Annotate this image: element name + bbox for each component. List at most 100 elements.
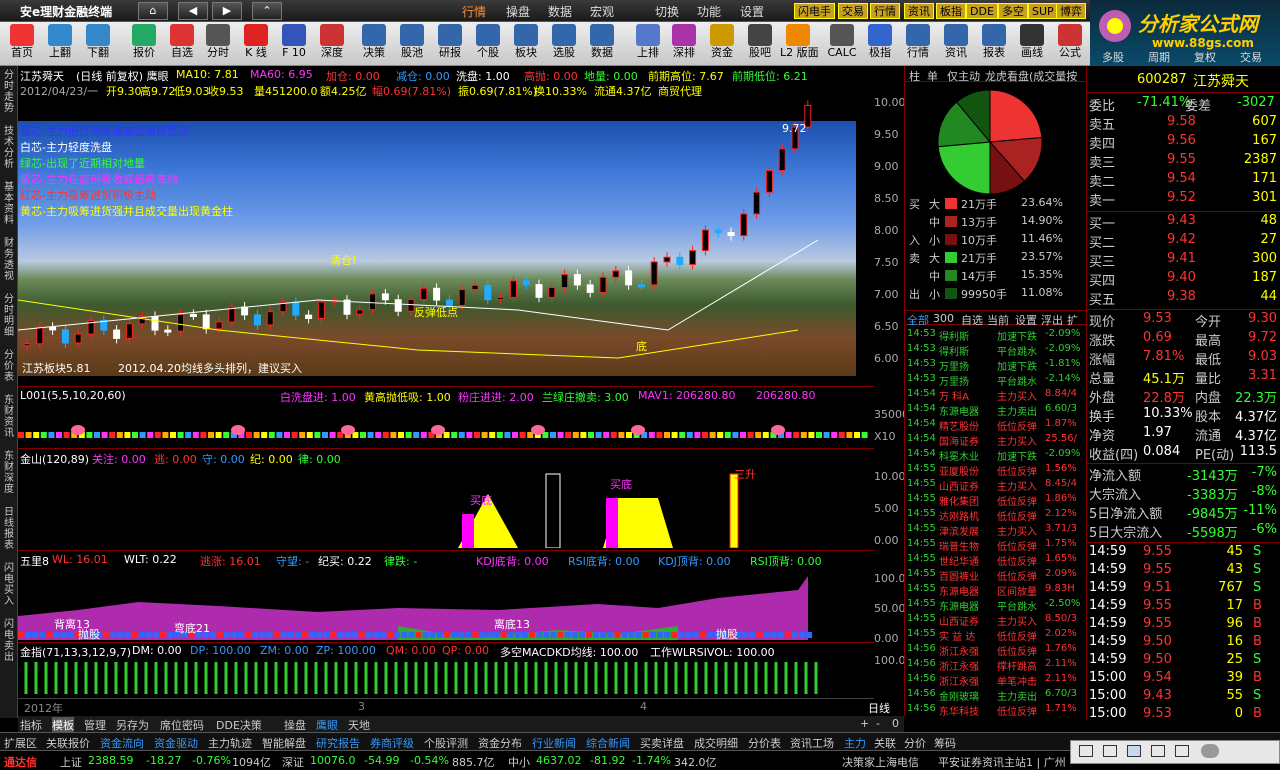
tape-tab[interactable]: 自选	[961, 312, 983, 328]
function-tab[interactable]: 关联	[874, 735, 896, 751]
toolbar-button[interactable]: 公式	[1052, 24, 1088, 64]
toolbar-button[interactable]: 资金	[704, 24, 740, 64]
quick-tag-button[interactable]: DDE	[966, 3, 998, 19]
left-tab[interactable]: 东财深度	[1, 451, 17, 503]
function-tab[interactable]: 券商评级	[370, 735, 414, 751]
tab-jiaoyi[interactable]: 交易	[1240, 49, 1262, 65]
toolbar-button[interactable]: 股吧	[742, 24, 778, 64]
tape-row[interactable]: 14:54 国海证券 主力买入 25.56/	[905, 433, 1087, 448]
back-nav-icon[interactable]: ◀	[178, 2, 208, 20]
zoom-button[interactable]: +	[860, 717, 869, 730]
toolbar-button[interactable]: 下翻	[80, 24, 116, 64]
template-tab[interactable]: 鹰眼	[316, 717, 338, 733]
toolbar-button[interactable]: 数据	[584, 24, 620, 64]
zoom-button[interactable]: 0	[892, 717, 899, 730]
left-tab[interactable]: 财务透视	[1, 238, 17, 290]
tab-zhudong[interactable]: 仅主动	[947, 68, 980, 84]
home-nav-icon[interactable]: ⌂	[138, 2, 168, 20]
left-tab[interactable]: 技术分析	[1, 126, 17, 178]
template-tab[interactable]: 操盘	[284, 717, 306, 733]
quick-tag-button[interactable]: 交易	[838, 3, 868, 19]
tape-row[interactable]: 14:54 科冕木业 加速下跌 -2.09%	[905, 448, 1087, 463]
toolbar-button[interactable]: 极指	[862, 24, 898, 64]
tape-tab[interactable]: 扩	[1067, 312, 1078, 328]
function-tab[interactable]: 分价	[904, 735, 926, 751]
toolbar-button[interactable]: 板块	[508, 24, 544, 64]
function-tab[interactable]: 研究报告	[316, 735, 360, 751]
tape-row[interactable]: 14:56 浙江永强 低位反弹 1.76%	[905, 643, 1087, 658]
toolbar-button[interactable]: CALC	[824, 24, 860, 64]
left-tab[interactable]: 分价表	[1, 350, 17, 391]
tape-row[interactable]: 14:55 山西证券 主力买入 8.45/4	[905, 478, 1087, 493]
left-tab[interactable]: 分时走势	[1, 70, 17, 122]
toolbar-button[interactable]: 上排	[630, 24, 666, 64]
template-tab[interactable]: 管理	[84, 717, 106, 733]
toolbar-button[interactable]: 上翻	[42, 24, 78, 64]
tape-row[interactable]: 14:56 浙江永强 单笔冲击 2.11%	[905, 673, 1087, 688]
period-label[interactable]: 日线	[868, 700, 890, 716]
tape-tab[interactable]: 设置	[1015, 312, 1037, 328]
tape-row[interactable]: 14:55 实 益 达 低位反弹 2.02%	[905, 628, 1087, 643]
collapse-nav-icon[interactable]: ⌃	[252, 2, 282, 20]
toolbar-button[interactable]: F 10	[276, 24, 312, 64]
function-tab[interactable]: 主力	[844, 735, 866, 751]
left-tab[interactable]: 日线报表	[1, 507, 17, 559]
menu-hongguan[interactable]: 宏观	[590, 3, 614, 20]
template-tab[interactable]: 天地	[348, 717, 370, 733]
restore-icon[interactable]	[1103, 745, 1117, 757]
toolbar-button[interactable]: 个股	[470, 24, 506, 64]
tab-longhu[interactable]: 龙虎看盘(成交量按	[985, 68, 1077, 84]
tape-tab[interactable]: 300	[933, 312, 954, 325]
tape-row[interactable]: 14:55 山西证券 主力买入 8.50/3	[905, 613, 1087, 628]
tape-tab[interactable]: 全部	[907, 312, 929, 328]
quick-tag-button[interactable]: 闪电手	[794, 3, 835, 19]
menu-shezhi[interactable]: 设置	[740, 3, 764, 20]
kline-chart-area[interactable]: 江苏舜天 (日线 前复权) 鹰眼 MA10: 7.81 MA60: 6.95 加…	[18, 66, 913, 716]
tape-row[interactable]: 14:55 百圆裤业 低位反弹 2.09%	[905, 568, 1087, 583]
cascade-icon[interactable]	[1175, 745, 1189, 757]
toolbar-button[interactable]: 研报	[432, 24, 468, 64]
template-tab[interactable]: 模板	[52, 717, 74, 733]
quick-tag-button[interactable]: 多空	[998, 3, 1028, 19]
menu-qiehuan[interactable]: 切换	[655, 3, 679, 20]
tape-row[interactable]: 14:55 世纪华通 低位反弹 1.65%	[905, 553, 1087, 568]
toolbar-button[interactable]: 画线	[1014, 24, 1050, 64]
tape-row[interactable]: 14:55 亚厦股份 低位反弹 1.56%	[905, 463, 1087, 478]
template-tab[interactable]: 席位密码	[160, 717, 204, 733]
forward-nav-icon[interactable]: ▶	[212, 2, 242, 20]
toolbar-button[interactable]: 自选	[164, 24, 200, 64]
toolbar-button[interactable]: 深度	[314, 24, 350, 64]
tape-row[interactable]: 14:56 东华科技 低位反弹 1.71%	[905, 703, 1087, 718]
tab-fuquan[interactable]: 复权	[1194, 49, 1216, 65]
toolbar-button[interactable]: 分时	[200, 24, 236, 64]
tab-duogu[interactable]: 多股	[1102, 49, 1124, 65]
tape-row[interactable]: 14:54 东源电器 主力卖出 6.60/3	[905, 403, 1087, 418]
toolbar-button[interactable]: 资讯	[938, 24, 974, 64]
quick-tag-button[interactable]: 博弈	[1056, 3, 1086, 19]
left-tab[interactable]: 分时明细	[1, 294, 17, 346]
left-tab[interactable]: 闪电买入	[1, 563, 17, 615]
menu-hangqing[interactable]: 行情	[462, 3, 486, 20]
function-tab[interactable]: 关联报价	[46, 735, 90, 751]
toolbar-button[interactable]: 选股	[546, 24, 582, 64]
function-tab[interactable]: 资金分布	[478, 735, 522, 751]
tape-row[interactable]: 14:54 万 科A 主力买入 8.84/4	[905, 388, 1087, 403]
tape-row[interactable]: 14:54 精艺股份 低位反弹 1.87%	[905, 418, 1087, 433]
left-tab[interactable]: 基本资料	[1, 182, 17, 234]
left-tab[interactable]: 闪电卖出	[1, 619, 17, 671]
function-tab[interactable]: 成交明细	[694, 735, 738, 751]
tab-zhouqi[interactable]: 周期	[1148, 49, 1170, 65]
template-tab[interactable]: 指标	[20, 717, 42, 733]
left-tab[interactable]: 东财资讯	[1, 395, 17, 447]
toolbar-button[interactable]: K 线	[238, 24, 274, 64]
function-tab[interactable]: 个股评测	[424, 735, 468, 751]
toolbar-button[interactable]: 决策	[356, 24, 392, 64]
minimize-icon[interactable]	[1079, 745, 1093, 757]
tape-row[interactable]: 14:55 东源电器 平台跳水 -2.50%	[905, 598, 1087, 613]
function-tab[interactable]: 智能解盘	[262, 735, 306, 751]
tape-tab[interactable]: 当前	[987, 312, 1009, 328]
toolbar-button[interactable]: 深排	[666, 24, 702, 64]
tab-zhu[interactable]: 柱	[909, 68, 920, 84]
function-tab[interactable]: 分价表	[748, 735, 781, 751]
function-tab[interactable]: 资金流向	[100, 735, 144, 751]
